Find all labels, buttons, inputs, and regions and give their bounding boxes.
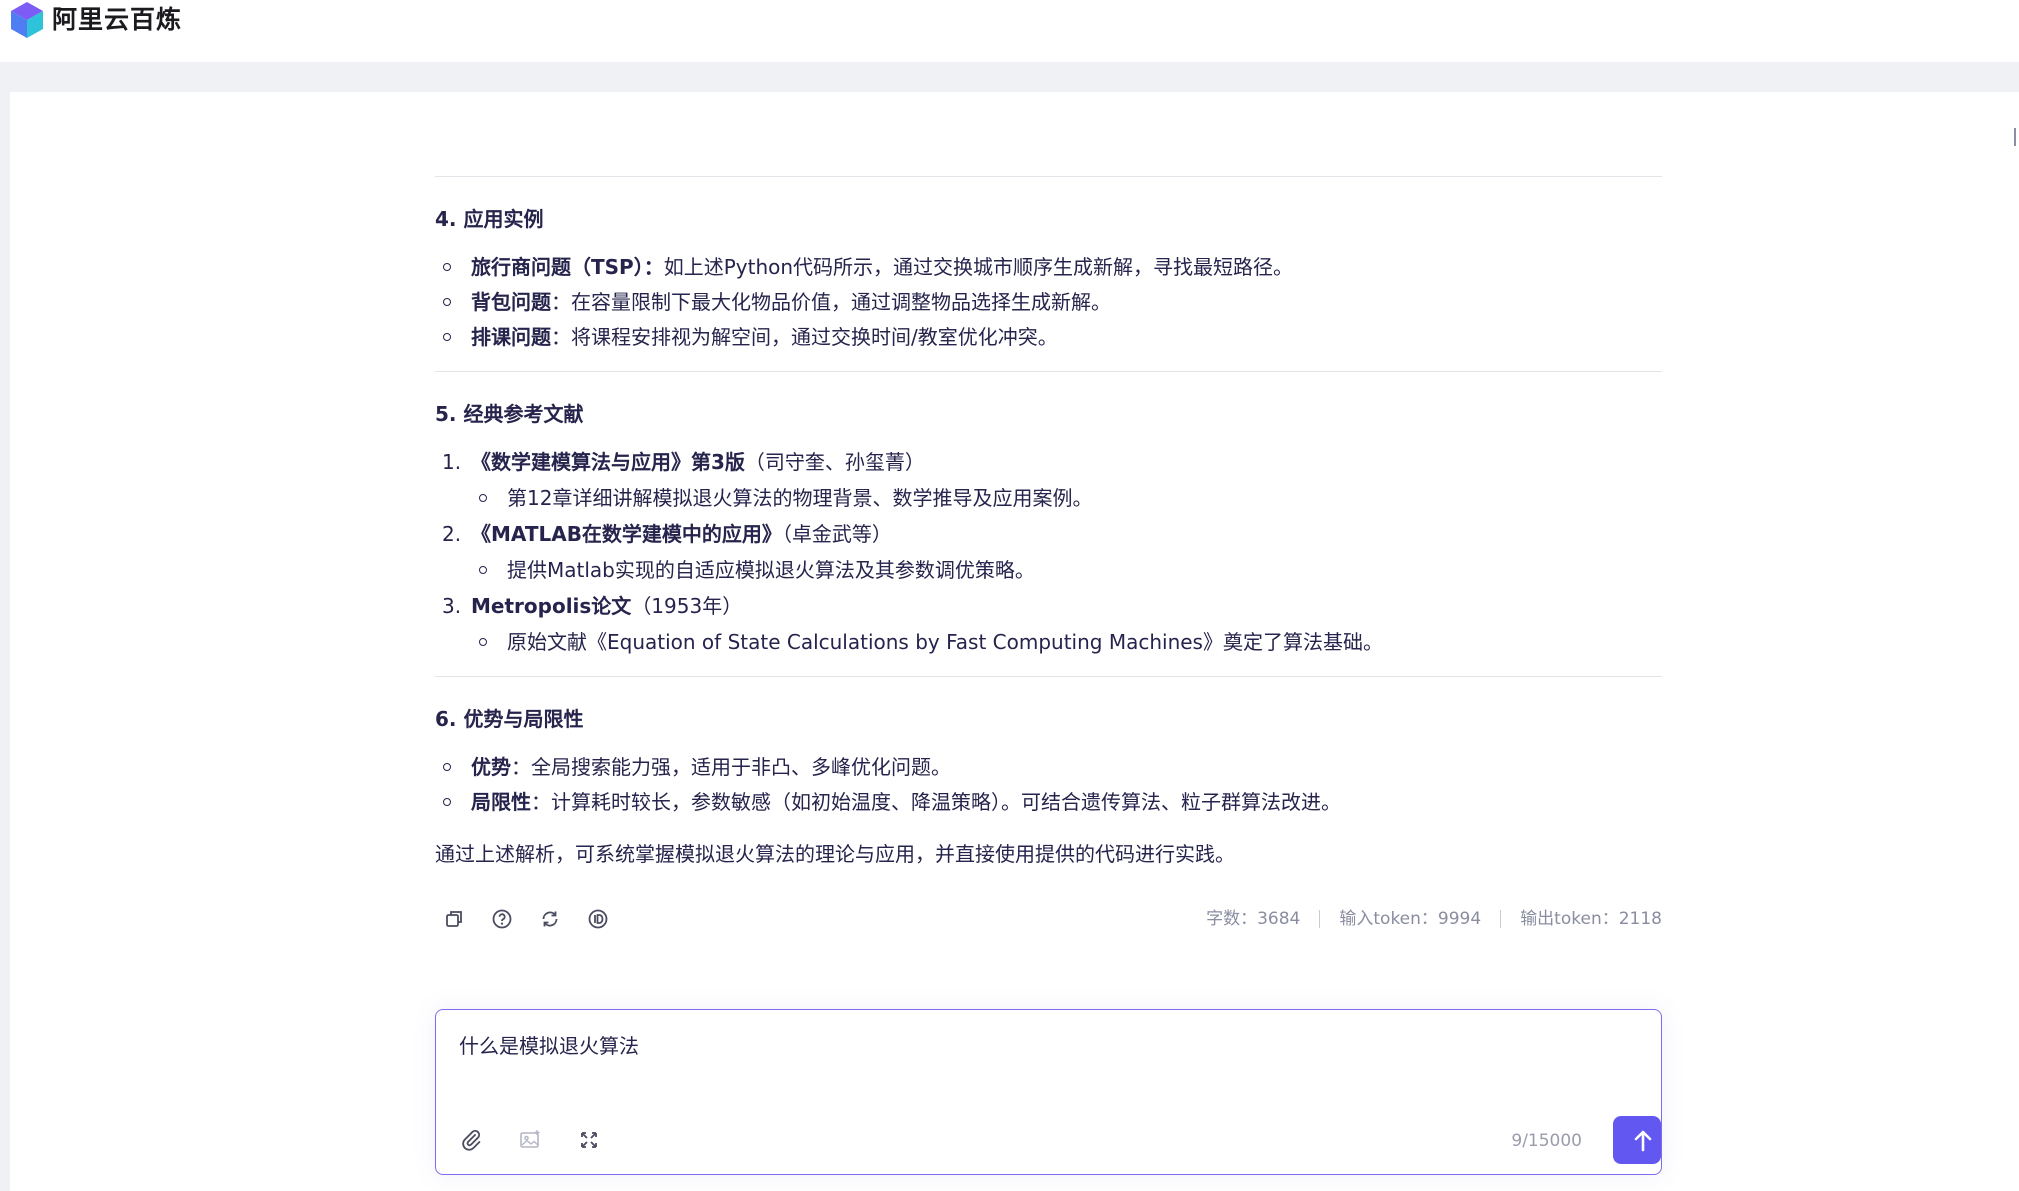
list-item: 局限性：计算耗时较长，参数敏感（如初始温度、降温策略）。可结合遗传算法、粒子群算…: [435, 788, 1662, 816]
arrow-up-icon: [1634, 1130, 1652, 1152]
divider: [435, 371, 1662, 372]
sidebar-toggle-icon[interactable]: [2014, 128, 2019, 146]
item-bold: 局限性: [471, 790, 531, 814]
reference-detail-text: 提供Matlab实现的自适应模拟退火算法及其参数调优策略。: [507, 558, 1035, 582]
section-title: 5. 经典参考文献: [435, 402, 584, 426]
reference-number: 1.: [442, 450, 462, 474]
reference-title: 《数学建模算法与应用》第3版: [471, 450, 745, 474]
summary-text: 通过上述解析，可系统掌握模拟退火算法的理论与应用，并直接使用提供的代码进行实践。: [435, 842, 1235, 866]
divider: [435, 676, 1662, 677]
reference-number: 2.: [442, 522, 462, 546]
reference-item: 2. 《MATLAB在数学建模中的应用》（卓金武等）: [435, 520, 1662, 548]
item-text: ：全局搜索能力强，适用于非凸、多峰优化问题。: [511, 755, 951, 779]
section-title: 6. 优势与局限性: [435, 707, 584, 731]
message-actions: 字数：3684 输入token：9994 输出token：2118: [435, 900, 1662, 940]
item-text: ：将课程安排视为解空间，通过交换时间/教室优化冲突。: [551, 325, 1058, 349]
input-token-count: 输入token：9994: [1339, 909, 1482, 929]
regenerate-icon[interactable]: [539, 908, 561, 930]
item-text: ：计算耗时较长，参数敏感（如初始温度、降温策略）。可结合遗传算法、粒子群算法改进…: [531, 790, 1341, 814]
bullet-icon: [443, 798, 451, 806]
bullet-list: 优势：全局搜索能力强，适用于非凸、多峰优化问题。 局限性：计算耗时较长，参数敏感…: [435, 753, 1662, 816]
bullet-icon: [479, 566, 487, 574]
bullet-list: 旅行商问题（TSP）：如上述Python代码所示，通过交换城市顺序生成新解，寻找…: [435, 253, 1662, 351]
item-text: 如上述Python代码所示，通过交换城市顺序生成新解，寻找最短路径。: [663, 255, 1294, 279]
reference-detail: 提供Matlab实现的自适应模拟退火算法及其参数调优策略。: [435, 556, 1662, 584]
brand-name[interactable]: 阿里云百炼: [52, 2, 182, 38]
list-item: 优势：全局搜索能力强，适用于非凸、多峰优化问题。: [435, 753, 1662, 781]
id-icon[interactable]: [587, 908, 609, 930]
list-item: 排课问题：将课程安排视为解空间，通过交换时间/教室优化冲突。: [435, 323, 1662, 351]
bullet-icon: [443, 333, 451, 341]
chat-input-box[interactable]: 什么是模拟退火算法 9/15000: [435, 1009, 1662, 1175]
item-bold: 旅行商问题（TSP）：: [471, 255, 664, 279]
reference-item: 1. 《数学建模算法与应用》第3版（司守奎、孙玺菁）: [435, 448, 1662, 476]
bullet-icon: [479, 638, 487, 646]
image-icon[interactable]: [518, 1128, 542, 1152]
reference-title: 《MATLAB在数学建模中的应用》: [471, 522, 782, 546]
reference-number: 3.: [442, 594, 462, 618]
reference-author: （司守奎、孙玺菁）: [744, 450, 925, 474]
send-button[interactable]: [1613, 1116, 1661, 1164]
reference-detail: 原始文献《Equation of State Calculations by F…: [435, 628, 1662, 656]
copy-icon[interactable]: [443, 908, 465, 930]
item-bold: 优势: [471, 755, 511, 779]
section-title: 4. 应用实例: [435, 207, 544, 231]
token-stats: 字数：3684 输入token：9994 输出token：2118: [1206, 908, 1662, 930]
bullet-icon: [443, 298, 451, 306]
stats-separator: [1319, 910, 1321, 928]
bullet-icon: [443, 763, 451, 771]
bullet-icon: [479, 494, 487, 502]
reference-item: 3. Metropolis论文（1953年）: [435, 592, 1662, 620]
stats-separator: [1500, 910, 1502, 928]
item-text: ：在容量限制下最大化物品价值，通过调整物品选择生成新解。: [551, 290, 1111, 314]
item-bold: 排课问题: [471, 325, 551, 349]
divider: [435, 176, 1662, 177]
bullet-icon: [443, 263, 451, 271]
answer-content: 4. 应用实例 旅行商问题（TSP）：如上述Python代码所示，通过交换城市顺…: [435, 176, 1662, 940]
list-item: 背包问题：在容量限制下最大化物品价值，通过调整物品选择生成新解。: [435, 288, 1662, 316]
char-counter: 9/15000: [1511, 1131, 1582, 1151]
expand-icon[interactable]: [577, 1128, 601, 1152]
list-item: 旅行商问题（TSP）：如上述Python代码所示，通过交换城市顺序生成新解，寻找…: [435, 253, 1662, 281]
help-icon[interactable]: [491, 908, 513, 930]
top-bar: 阿里云百炼: [0, 0, 2019, 62]
chat-input[interactable]: 什么是模拟退火算法: [459, 1032, 639, 1060]
reference-list: 1. 《数学建模算法与应用》第3版（司守奎、孙玺菁） 第12章详细讲解模拟退火算法…: [435, 448, 1662, 656]
item-bold: 背包问题: [471, 290, 551, 314]
output-token-count: 输出token：2118: [1520, 909, 1662, 929]
attach-icon[interactable]: [459, 1128, 483, 1152]
reference-detail-text: 第12章详细讲解模拟退火算法的物理背景、数学推导及应用案例。: [507, 486, 1093, 510]
reference-title: Metropolis论文: [471, 594, 632, 618]
reference-author: （卓金武等）: [781, 522, 892, 546]
reference-author: （1953年）: [631, 594, 743, 618]
reference-detail: 第12章详细讲解模拟退火算法的物理背景、数学推导及应用案例。: [435, 484, 1662, 512]
char-count: 字数：3684: [1206, 909, 1301, 929]
brand-logo-icon: [11, 2, 43, 38]
reference-detail-text: 原始文献《Equation of State Calculations by F…: [507, 630, 1383, 654]
